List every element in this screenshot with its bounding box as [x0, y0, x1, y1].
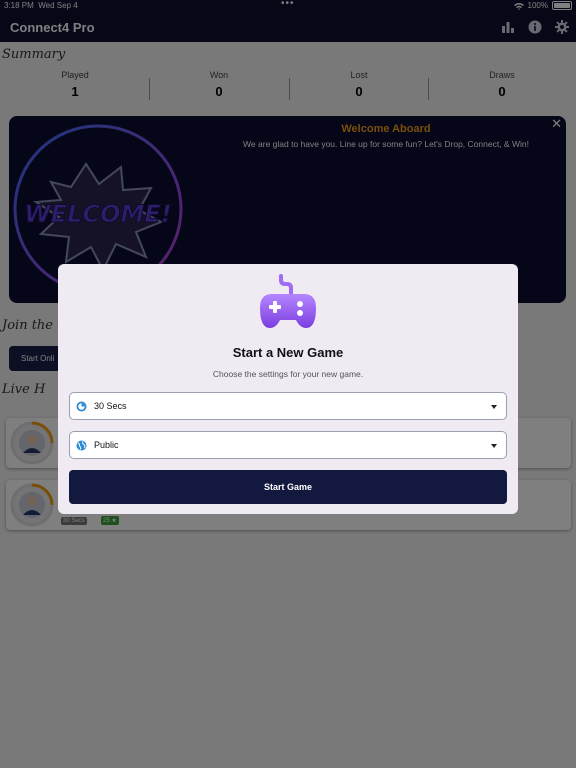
- modal-title: Start a New Game: [232, 345, 344, 360]
- time-limit-select[interactable]: 30 Secs: [69, 392, 507, 420]
- time-limit-value: 30 Secs: [94, 401, 127, 411]
- visibility-value: Public: [94, 440, 119, 450]
- visibility-select[interactable]: Public: [69, 431, 507, 459]
- modal-subtitle: Choose the settings for your new game.: [212, 369, 364, 379]
- timer-icon: [76, 401, 87, 412]
- globe-icon: [76, 440, 87, 451]
- gamepad-icon: [260, 274, 316, 328]
- chevron-down-icon: [491, 444, 497, 448]
- chevron-down-icon: [491, 405, 497, 409]
- new-game-modal: Start a New Game Choose the settings for…: [58, 264, 518, 514]
- start-game-button[interactable]: Start Game: [69, 470, 507, 504]
